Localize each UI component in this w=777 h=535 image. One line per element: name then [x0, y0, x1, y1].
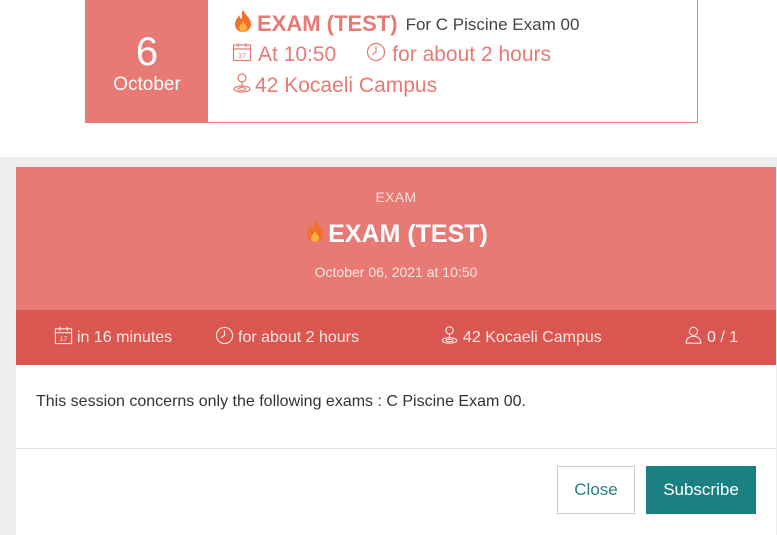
calendar-icon: 17 [54, 326, 73, 350]
starts-in-text: in 16 minutes [77, 328, 173, 346]
modal-title: EXAM (TEST) [328, 220, 488, 248]
modal-body-text: This session concerns only the following… [36, 393, 526, 410]
modal-body: This session concerns only the following… [16, 365, 776, 449]
event-info: EXAM (TEST) For C Piscine Exam 00 17 At … [208, 0, 579, 122]
event-subtitle: For C Piscine Exam 00 [405, 14, 580, 34]
modal-header: EXAM EXAM (TEST) October 06, 2021 at 10:… [16, 167, 776, 310]
modal-datetime: October 06, 2021 at 10:50 [314, 264, 478, 280]
location-text: 42 Kocaeli Campus [463, 328, 602, 346]
clock-icon [366, 42, 386, 67]
event-month: October [113, 74, 181, 95]
fire-icon [232, 9, 254, 38]
location-pin-icon [440, 325, 459, 350]
location-item: 42 Kocaeli Campus [440, 325, 602, 350]
event-location: 42 Kocaeli Campus [255, 73, 438, 97]
clock-icon [215, 326, 234, 350]
calendar-icon: 17 [232, 42, 252, 67]
duration-text: for about 2 hours [238, 328, 359, 346]
event-modal: EXAM EXAM (TEST) October 06, 2021 at 10:… [16, 167, 776, 535]
location-pin-icon [232, 72, 252, 99]
date-box: 6 October [86, 0, 208, 122]
modal-footer: Close Subscribe [16, 449, 776, 535]
close-button[interactable]: Close [557, 466, 635, 514]
seats-text: 0 / 1 [707, 328, 739, 346]
modal-info-bar: 17 in 16 minutes for about 2 hours 42 Ko… [16, 310, 776, 365]
modal-kind: EXAM [375, 189, 417, 205]
event-title: EXAM (TEST) [257, 10, 398, 36]
svg-text:17: 17 [60, 336, 68, 343]
modal-title-row: EXAM (TEST) [16, 219, 776, 250]
fire-icon [304, 219, 328, 250]
subscribe-button[interactable]: Subscribe [646, 466, 756, 514]
svg-text:17: 17 [238, 53, 246, 60]
seats-item: 0 / 1 [684, 325, 738, 350]
event-duration: for about 2 hours [392, 42, 552, 66]
event-time: At 10:50 [258, 42, 337, 66]
event-card[interactable]: 6 October EXAM (TEST) For C Piscine Exam… [85, 0, 698, 123]
user-icon [684, 325, 703, 350]
starts-in-item: 17 in 16 minutes [54, 326, 172, 350]
event-day: 6 [135, 30, 159, 74]
duration-item: for about 2 hours [215, 326, 359, 350]
